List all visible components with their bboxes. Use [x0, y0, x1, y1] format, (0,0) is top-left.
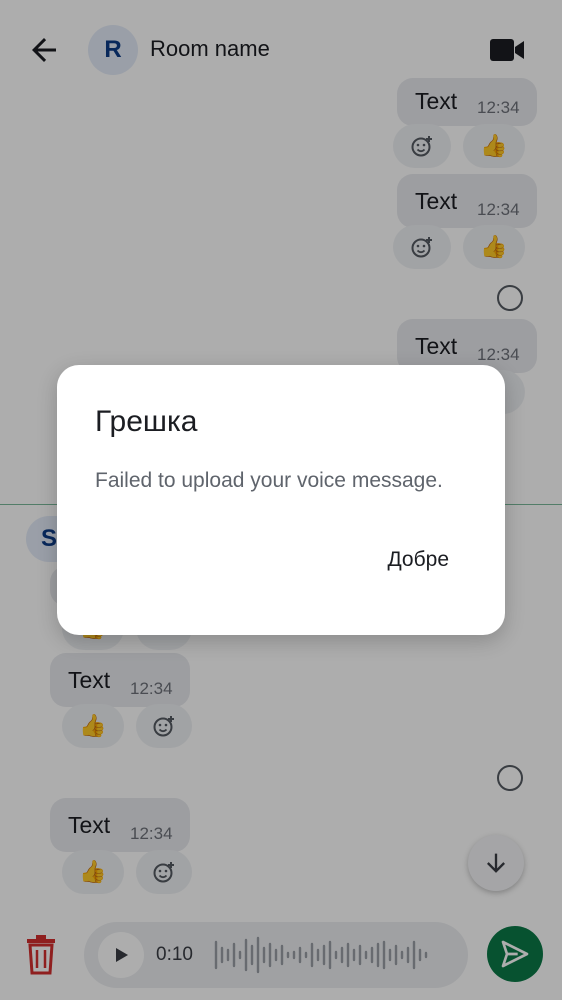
- chat-screen: R Room name Text 12:34 👍 Text 12:34 👍 Te…: [0, 0, 562, 1000]
- error-dialog: Грешка Failed to upload your voice messa…: [57, 365, 505, 635]
- ok-button[interactable]: Добре: [387, 548, 449, 572]
- dialog-title: Грешка: [95, 405, 198, 438]
- dialog-message: Failed to upload your voice message.: [95, 469, 443, 492]
